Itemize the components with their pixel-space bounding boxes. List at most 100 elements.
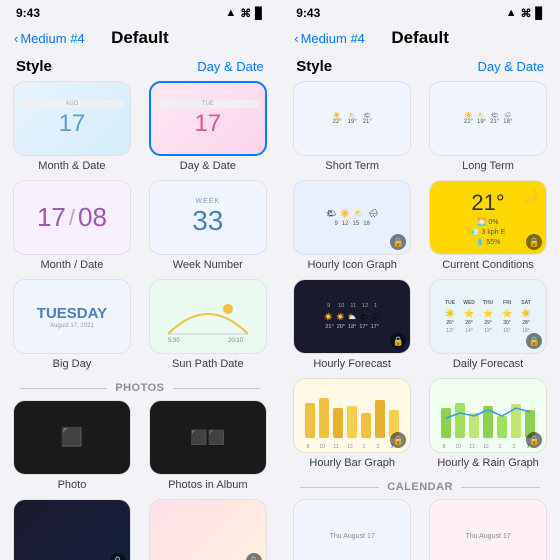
style-filter-right[interactable]: Day & Date	[478, 59, 544, 74]
battery-icon-left: ▊	[255, 7, 263, 20]
thumb-long-term: ☀️22° ⛅19° 🌤21° 🌧18°	[429, 81, 547, 156]
svg-text:1: 1	[362, 444, 365, 450]
back-button-left[interactable]: ‹ Medium #4	[14, 31, 85, 46]
thumb-short-term: ☀️22° ⛅19° 🌤21°	[293, 81, 411, 156]
svg-text:2: 2	[512, 444, 515, 450]
day-date-label: Day & Date	[180, 160, 236, 172]
svg-text:12: 12	[483, 444, 489, 450]
hourly-bar-svg: 9 10 11 12 1 2 3	[300, 388, 405, 450]
lock-badge-df: 🔒	[526, 333, 542, 349]
signal-icon-right: ▲	[506, 7, 517, 19]
widget-photos-album[interactable]: ⬛⬛ Photos in Album	[144, 400, 272, 491]
long-term-label: Long Term	[462, 160, 514, 172]
photo-label: Photo	[58, 479, 87, 491]
widget-row-calendar: Thu August 17 Aesthetic / Theme Thu Augu…	[288, 499, 552, 560]
divider-line-1	[20, 388, 107, 389]
widget-hourly-forecast[interactable]: 🔒 91011121 ☀️ ☀️ ⛅ 🌤 🌧 21°20°18°17°17°	[288, 279, 416, 370]
time-left: 9:43	[16, 6, 40, 20]
widget-daily-forecast[interactable]: 🔒 TUE WED THU FRI SAT ☀️ ⭐ ⭐ ⭐ ☀️	[424, 279, 552, 370]
right-panel: 9:43 ▲ ⌘ ▊ ‹ Medium #4 Default Style Day…	[280, 0, 560, 560]
slash-num2: 08	[78, 202, 107, 233]
photo-icon: ⬛	[61, 427, 83, 448]
thumb-current-conditions: 🔒 🌙 21° 🌅 0% 💨 3 kph E 💧 55%	[429, 180, 547, 255]
style-filter-left[interactable]: Day & Date	[197, 59, 263, 74]
svg-text:1: 1	[498, 444, 501, 450]
widget-row-aesthetic-left: 🔒 Aesthetic / Theme 🔒 Ice Cream	[8, 499, 272, 560]
widgets-scroll-left[interactable]: AUG 17 Month & Date TUE 17 Day & Date	[0, 81, 280, 560]
widget-short-term[interactable]: ☀️22° ⛅19° 🌤21° Short Term	[288, 81, 416, 172]
widget-cal-icecream[interactable]: Thu August 17 Ice Cream	[424, 499, 552, 560]
widget-big-day[interactable]: TUESDAY August 17, 2021 Big Day	[8, 279, 136, 370]
svg-text:10: 10	[455, 444, 461, 450]
thumb-big-day: TUESDAY August 17, 2021	[13, 279, 131, 354]
hourly-forecast-label: Hourly Forecast	[313, 358, 391, 370]
chevron-left-icon: ‹	[14, 31, 18, 46]
thumb-hourly-bar: 🔒 9 10 11 12	[293, 378, 411, 453]
widget-sun-path[interactable]: 5:30 20:10 Sun Path Date	[144, 279, 272, 370]
nav-title-right: Default	[391, 28, 449, 48]
widget-row-1-left: AUG 17 Month & Date TUE 17 Day & Date	[8, 81, 272, 172]
widget-hourly-icon[interactable]: 🔒 🌤 ☀️ ⛅ 🌧 9121518 Hourly Icon Graph	[288, 180, 416, 271]
photos-section-label: PHOTOS	[115, 382, 164, 394]
thumb-daily-forecast: 🔒 TUE WED THU FRI SAT ☀️ ⭐ ⭐ ⭐ ☀️	[429, 279, 547, 354]
big-day-label: Big Day	[53, 358, 92, 370]
big-day-date: August 17, 2021	[50, 323, 94, 329]
nav-bar-right: ‹ Medium #4 Default	[280, 24, 560, 54]
status-icons-left: ▲ ⌘ ▊	[225, 7, 263, 20]
photos-album-icon: ⬛⬛	[190, 429, 225, 446]
thumb-cal-aesthetic: Thu August 17	[293, 499, 411, 560]
sun-path-svg: 5:30 20:10	[163, 289, 253, 344]
status-bar-left: 9:43 ▲ ⌘ ▊	[0, 0, 280, 24]
nav-title-left: Default	[111, 28, 169, 48]
back-label-left: Medium #4	[20, 31, 84, 46]
lock-badge-icecream-left: 🔒	[246, 553, 262, 560]
thumb-hourly-rain: 🔒 9 10 11	[429, 378, 547, 453]
week-label: WEEK	[196, 198, 221, 205]
sun-path-label: Sun Path Date	[172, 358, 244, 370]
widget-current-conditions[interactable]: 🔒 🌙 21° 🌅 0% 💨 3 kph E 💧 55% Current Con…	[424, 180, 552, 271]
cc-wind: 💨 3 kph E	[471, 228, 505, 236]
slash-num1: 17	[37, 202, 66, 233]
month-slash-label: Month / Date	[40, 259, 103, 271]
widget-icecream-left[interactable]: 🔒 Ice Cream	[144, 499, 272, 560]
widget-row-4-right: 🔒 9 10 11 12	[288, 378, 552, 469]
style-label-right: Style	[296, 58, 332, 75]
big-day-text: TUESDAY	[37, 305, 107, 322]
svg-text:20:10: 20:10	[228, 338, 244, 344]
wifi-icon-right: ⌘	[521, 7, 532, 20]
thumb-photo: ⬛	[13, 400, 131, 475]
lock-badge-hourly-icon: 🔒	[390, 234, 406, 250]
widget-long-term[interactable]: ☀️22° ⛅19° 🌤21° 🌧18°	[424, 81, 552, 172]
svg-text:11: 11	[469, 444, 474, 450]
widget-aesthetic-left[interactable]: 🔒 Aesthetic / Theme	[8, 499, 136, 560]
widget-hourly-bar[interactable]: 🔒 9 10 11 12	[288, 378, 416, 469]
widget-week-num[interactable]: WEEK 33 Week Number	[144, 180, 272, 271]
chevron-left-icon-right: ‹	[294, 31, 298, 46]
widgets-scroll-right[interactable]: ☀️22° ⛅19° 🌤21° Short Term	[280, 81, 560, 560]
hourly-rain-svg: 9 10 11 12 1 2 3	[436, 388, 541, 450]
svg-text:12: 12	[347, 444, 353, 450]
thumb-month-date: AUG 17	[13, 81, 131, 156]
svg-text:5:30: 5:30	[168, 338, 180, 344]
day-date-num: 17	[194, 110, 221, 138]
widget-hourly-rain[interactable]: 🔒 9 10 11	[424, 378, 552, 469]
thumb-icecream-left: 🔒	[149, 499, 267, 560]
slash-divider: /	[69, 205, 75, 231]
widget-month-slash[interactable]: 17 / 08 Month / Date	[8, 180, 136, 271]
cc-details: 🌅 0%	[478, 218, 499, 226]
widget-cal-aesthetic[interactable]: Thu August 17 Aesthetic / Theme	[288, 499, 416, 560]
thumb-sun-path: 5:30 20:10	[149, 279, 267, 354]
day-date-strip: TUE	[157, 100, 260, 108]
widget-row-3-right: 🔒 91011121 ☀️ ☀️ ⛅ 🌤 🌧 21°20°18°17°17°	[288, 279, 552, 370]
back-button-right[interactable]: ‹ Medium #4	[294, 31, 365, 46]
widget-day-date[interactable]: TUE 17 Day & Date	[144, 81, 272, 172]
nav-bar-left: ‹ Medium #4 Default	[0, 24, 280, 54]
thumb-cal-icecream: Thu August 17	[429, 499, 547, 560]
widget-photo[interactable]: ⬛ Photo	[8, 400, 136, 491]
status-bar-right: 9:43 ▲ ⌘ ▊	[280, 0, 560, 24]
month-date-label: Month & Date	[38, 160, 105, 172]
widget-month-date[interactable]: AUG 17 Month & Date	[8, 81, 136, 172]
style-header-left: Style Day & Date	[0, 54, 280, 81]
lock-badge-rain: 🔒	[526, 432, 542, 448]
divider-line-cal-1	[300, 487, 379, 488]
